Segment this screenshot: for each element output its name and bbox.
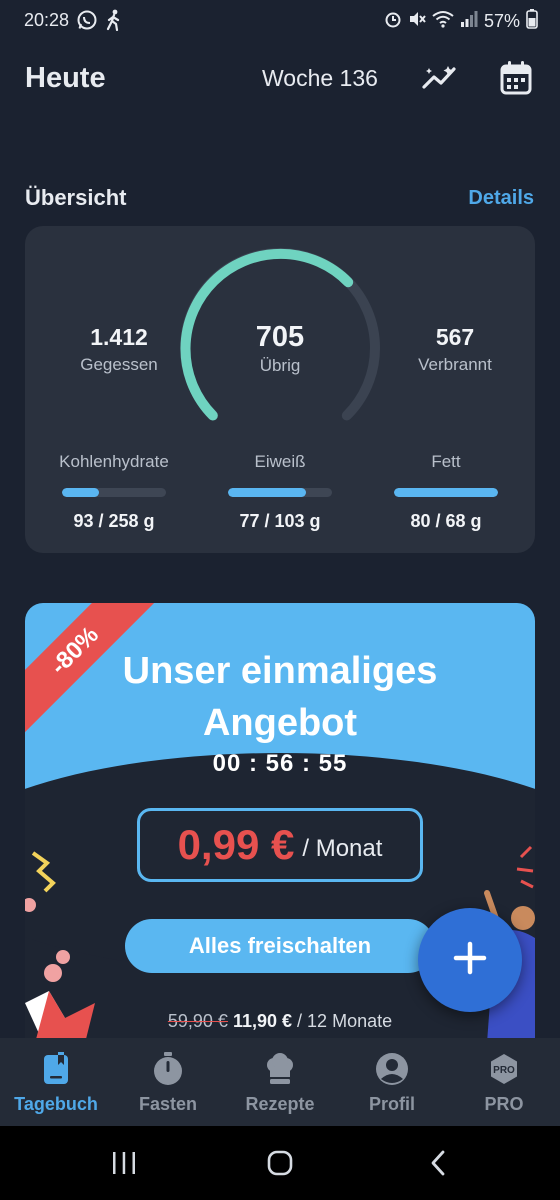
bottom-navigation: Tagebuch Fasten Rezepte Profil PRO PRO xyxy=(0,1038,560,1126)
new-price: 11,90 € xyxy=(232,1011,293,1031)
signal-icon xyxy=(460,10,478,33)
overview-card[interactable]: 1.412 Gegessen 705 Übrig 567 Verbrannt K… xyxy=(25,226,535,553)
plus-icon xyxy=(452,940,488,981)
pro-badge-icon: PRO xyxy=(448,1052,560,1086)
home-icon[interactable] xyxy=(260,1146,300,1180)
macro-value: 93 / 258 g xyxy=(73,511,155,531)
burned-value: 567 xyxy=(435,324,475,350)
burned-label: Verbrannt xyxy=(418,355,492,374)
macro-carbs: Kohlenhydrate 93 / 258 g xyxy=(39,452,189,532)
battery-percent: 57% xyxy=(483,11,520,31)
battery-icon xyxy=(526,9,538,34)
nav-item-profil[interactable]: Profil xyxy=(336,1052,448,1115)
walking-icon xyxy=(104,9,124,36)
price-period: / Monat xyxy=(302,835,383,862)
macro-progress-bar xyxy=(228,488,332,497)
macro-progress-fill xyxy=(228,488,306,497)
macro-value: 80 / 68 g xyxy=(410,511,482,531)
macro-protein: Eiweiß 77 / 103 g xyxy=(205,452,355,532)
calendar-icon[interactable] xyxy=(496,58,536,98)
price-box: 0,99 € / Monat xyxy=(137,808,423,882)
page-title: Heute xyxy=(25,62,106,94)
add-entry-button[interactable] xyxy=(418,908,522,1012)
remaining-stat: 705 Übrig xyxy=(205,321,355,376)
new-price-period: / 12 Monate xyxy=(297,1011,393,1031)
burned-stat: 567 Verbrannt xyxy=(375,324,535,375)
promo-title-line1: Unser einmaliges xyxy=(122,650,438,692)
trend-icon[interactable] xyxy=(420,58,460,98)
remaining-value: 705 xyxy=(255,321,305,353)
unlock-all-button[interactable]: Alles freischalten xyxy=(125,919,435,973)
macro-progress-bar xyxy=(394,488,498,497)
promo-title-line2: Angebot xyxy=(202,702,358,744)
week-selector[interactable]: Woche 136 xyxy=(262,65,378,92)
macro-progress-fill xyxy=(62,488,100,497)
diary-icon xyxy=(0,1052,112,1086)
nav-item-rezepte[interactable]: Rezepte xyxy=(224,1052,336,1115)
whatsapp-icon xyxy=(76,9,98,36)
unlock-all-label: Alles freischalten xyxy=(188,933,372,958)
nav-label: PRO xyxy=(484,1094,524,1114)
nav-item-tagebuch[interactable]: Tagebuch xyxy=(0,1052,112,1115)
macro-name: Eiweiß xyxy=(254,452,306,471)
app-header: Heute Woche 136 xyxy=(0,52,560,108)
macro-value: 77 / 103 g xyxy=(239,511,321,531)
macro-name: Kohlenhydrate xyxy=(59,452,169,471)
yearly-price-row: 59,90 € 11,90 € / 12 Monate xyxy=(25,1011,535,1032)
status-bar: 20:28 57% xyxy=(0,0,560,42)
overview-title: Übersicht xyxy=(25,185,127,210)
macro-progress-bar xyxy=(62,488,166,497)
countdown-timer: 00 : 56 : 55 xyxy=(212,750,348,777)
nav-label: Profil xyxy=(368,1094,415,1114)
nav-item-pro[interactable]: PRO PRO xyxy=(448,1052,560,1115)
mute-icon xyxy=(408,10,426,33)
macro-name: Fett xyxy=(431,452,461,471)
stopwatch-icon xyxy=(112,1052,224,1086)
nav-label: Rezepte xyxy=(245,1094,315,1114)
status-time: 20:28 xyxy=(24,10,70,30)
nav-item-fasten[interactable]: Fasten xyxy=(112,1052,224,1115)
pro-badge-text: PRO xyxy=(493,1065,515,1076)
nav-label: Fasten xyxy=(138,1094,198,1114)
details-link[interactable]: Details xyxy=(468,187,534,210)
profile-icon xyxy=(336,1052,448,1086)
nav-label: Tagebuch xyxy=(14,1094,98,1114)
macro-fat: Fett 80 / 68 g xyxy=(371,452,521,532)
chef-hat-icon xyxy=(224,1052,336,1086)
wifi-icon xyxy=(432,10,454,33)
monthly-price: 0,99 € xyxy=(177,821,295,868)
system-navigation-bar xyxy=(0,1126,560,1200)
remaining-label: Übrig xyxy=(259,356,301,375)
promo-title: Unser einmaliges Angebot xyxy=(25,645,535,749)
macro-progress-fill xyxy=(394,488,498,497)
recent-apps-icon[interactable] xyxy=(104,1146,144,1180)
old-price: 59,90 € xyxy=(167,1011,228,1031)
alarm-icon xyxy=(384,10,402,33)
back-icon[interactable] xyxy=(418,1146,458,1180)
